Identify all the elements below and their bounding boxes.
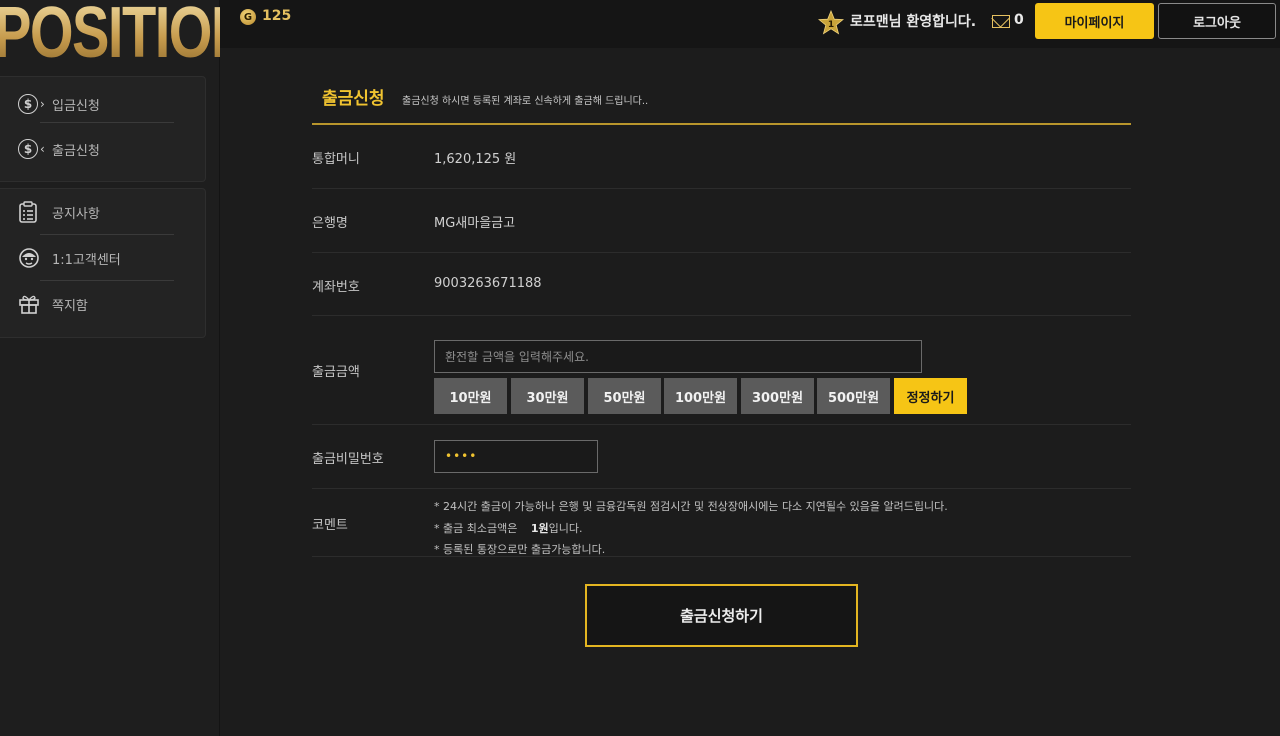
row-divider (312, 556, 1131, 557)
row-divider (312, 424, 1131, 425)
money-label: 통합머니 (312, 152, 360, 167)
account-label: 계좌번호 (312, 280, 360, 295)
row-divider (312, 315, 1131, 316)
quick-amount-button[interactable]: 100만원 (664, 378, 737, 414)
deposit-icon: $ › (18, 92, 52, 116)
welcome-text: 로프맨님 환영합니다. (850, 14, 977, 30)
mail-icon[interactable] (992, 15, 1010, 28)
sidebar-item-label: 공지사항 (52, 206, 100, 222)
comment-line: * 등록된 통장으로만 출금가능합니다. (434, 543, 606, 556)
sidebar-group-support: 공지사항 1:1고객센터 쪽지함 (0, 188, 206, 338)
page-subtitle: 출금신청 하시면 등록된 계좌로 신속하게 출금해 드립니다.. (402, 96, 649, 107)
sidebar-item-deposit[interactable]: $ › 입금신청 (18, 82, 174, 126)
quick-amount-button[interactable]: 500만원 (817, 378, 890, 414)
sidebar-group-money: $ › 입금신청 $ ‹ 출금신청 (0, 76, 206, 182)
comment-text: * 출금 최소금액은 (434, 522, 518, 535)
coin-icon: G (240, 9, 256, 25)
comment-line: * 24시간 출금이 가능하나 은행 및 금융감독원 점검시간 및 전상장애시에… (434, 500, 948, 513)
comment-label: 코멘트 (312, 518, 348, 533)
quick-amount-button[interactable]: 30만원 (511, 378, 584, 414)
withdraw-icon: $ ‹ (18, 137, 52, 161)
amount-label: 출금금액 (312, 365, 360, 380)
bank-label: 은행명 (312, 216, 348, 231)
notice-icon (18, 200, 52, 224)
account-value: 9003263671188 (434, 276, 542, 291)
sidebar-item-messages[interactable]: 쪽지함 (18, 282, 174, 326)
quick-amount-button[interactable]: 10만원 (434, 378, 507, 414)
title-divider (312, 123, 1131, 125)
bank-value: MG새마을금고 (434, 216, 516, 231)
sidebar-item-label: 1:1고객센터 (52, 252, 121, 268)
money-value: 1,620,125 원 (434, 152, 517, 167)
reset-amount-button[interactable]: 정정하기 (894, 378, 967, 414)
mypage-button[interactable]: 마이페이지 (1035, 3, 1154, 39)
withdraw-form: 출금신청 출금신청 하시면 등록된 계좌로 신속하게 출금해 드립니다.. 통합… (312, 48, 1132, 736)
coin-balance: 125 (262, 8, 292, 24)
sidebar-item-notice[interactable]: 공지사항 (18, 190, 174, 234)
quick-amount-button[interactable]: 50만원 (588, 378, 661, 414)
divider (40, 280, 174, 281)
sidebar-item-support[interactable]: 1:1고객센터 (18, 236, 174, 280)
sidebar-item-withdraw[interactable]: $ ‹ 출금신청 (18, 127, 174, 171)
page-title: 출금신청 (322, 89, 385, 109)
comment-text: 입니다. (548, 522, 583, 535)
sidebar-item-label: 쪽지함 (52, 298, 88, 314)
quick-amount-button[interactable]: 300만원 (741, 378, 814, 414)
divider (40, 122, 174, 123)
level-star-icon: 1 (818, 10, 844, 35)
gift-icon (18, 292, 52, 316)
password-input[interactable]: •••• (434, 440, 598, 473)
amount-input[interactable] (434, 340, 922, 373)
submit-withdraw-button[interactable]: 출금신청하기 (585, 584, 858, 647)
row-divider (312, 188, 1131, 189)
support-icon (18, 246, 52, 270)
sidebar-item-label: 출금신청 (52, 143, 100, 159)
row-divider (312, 252, 1131, 253)
top-bar: G 125 1 로프맨님 환영합니다. 0 마이페이지 로그아웃 (220, 0, 1280, 48)
logo[interactable]: POSITION (0, 0, 220, 66)
comment-line: * 출금 최소금액은 1원입니다. (434, 520, 582, 536)
row-divider (312, 488, 1131, 489)
divider (40, 234, 174, 235)
password-mask: •••• (445, 449, 478, 463)
sidebar-item-label: 입금신청 (52, 98, 100, 114)
level-number: 1 (828, 20, 834, 30)
message-count: 0 (1014, 12, 1024, 28)
sidebar: POSITION $› 입금신청 $‹ 출금신청 (0, 0, 220, 736)
logo-text: POSITION (0, 0, 220, 66)
min-amount: 1원 (530, 522, 549, 535)
logout-button[interactable]: 로그아웃 (1158, 3, 1276, 39)
password-label: 출금비밀번호 (312, 452, 384, 467)
